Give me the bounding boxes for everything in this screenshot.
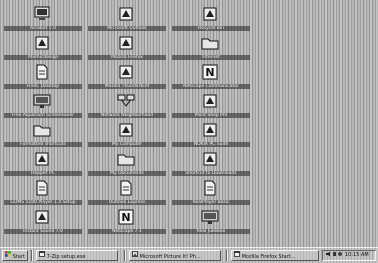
desktop-icon-label: My Documents bbox=[88, 171, 166, 176]
desktop-icon-label: Recycle Bin bbox=[172, 26, 250, 31]
document-icon bbox=[201, 180, 219, 196]
system-tray: 10:15 AM bbox=[322, 250, 376, 261]
program-icon bbox=[33, 35, 51, 51]
desktop: Acrobat 5.0 Atomicdesign FineC Desktop Free… bbox=[0, 0, 378, 246]
tray-icons bbox=[325, 251, 343, 260]
window-icon bbox=[39, 251, 45, 260]
program-icon bbox=[201, 122, 219, 138]
monitor-icon bbox=[201, 209, 219, 225]
desktop-icon-label: Formatted shortcuts bbox=[4, 142, 82, 147]
network-icon bbox=[117, 93, 135, 109]
program-icon bbox=[117, 6, 135, 22]
desktop-icon-label: Atomicdesign bbox=[4, 55, 82, 60]
netscape-icon: N bbox=[117, 209, 135, 225]
desktop-icon-label: Microsoft Outlook bbox=[88, 26, 166, 31]
program-icon bbox=[117, 122, 135, 138]
desktop-icon-label: Acrobat 5.0 bbox=[4, 26, 82, 31]
windows-logo-icon bbox=[5, 251, 11, 260]
program-icon bbox=[201, 151, 219, 167]
desktop-icon[interactable]: Instant Sound 7.0 bbox=[4, 207, 82, 243]
desktop-icon-label: Real Jukebox bbox=[172, 229, 250, 234]
taskbar-item-label: Mozilla Firefox Start... bbox=[241, 254, 296, 260]
desktop-icon-label: Mozilla Thunderbird bbox=[88, 84, 166, 89]
monitor-icon bbox=[33, 93, 51, 109]
program-icon bbox=[33, 209, 51, 225]
desktop-icon-label: Outlook Express bbox=[88, 200, 166, 205]
folder-icon bbox=[33, 122, 51, 138]
start-button[interactable]: Start bbox=[2, 250, 28, 261]
desktop-icon-label: Shortcut to Downloads bbox=[172, 171, 250, 176]
desktop-icon-label: NOKIA PC Suite bbox=[172, 142, 250, 147]
desktop-icon-label: Network Neighborhood bbox=[88, 113, 166, 118]
program-icon bbox=[33, 151, 51, 167]
desktop-icon-label: RealPlayer Basic bbox=[172, 200, 250, 205]
screen: Acrobat 5.0 Atomicdesign FineC Desktop Free… bbox=[0, 0, 378, 263]
program-icon bbox=[117, 35, 135, 51]
desktop-icon-label: My Computer bbox=[88, 142, 166, 147]
taskbar-item-picture-it[interactable]: Microsoft Picture It! Ph... bbox=[129, 250, 221, 261]
desktop-icon-label: Netscape Communicator bbox=[172, 84, 250, 89]
program-icon bbox=[117, 64, 135, 80]
document-icon bbox=[117, 180, 135, 196]
taskbar-item-7-zip[interactable]: 7-Zip setup.exe bbox=[36, 250, 118, 261]
taskbar-item-label: Microsoft Picture It! Ph... bbox=[139, 254, 201, 260]
desktop-icon-label: Hopper PC bbox=[4, 171, 82, 176]
desktop-icon-label: Paint Shop Pro bbox=[172, 113, 250, 118]
desktop-icon[interactable]: Real Jukebox bbox=[172, 207, 250, 243]
desktop-icon-label: Mozilla Firefox bbox=[88, 55, 166, 60]
folder-icon bbox=[117, 151, 135, 167]
desktop-icon-label: FineC Desktop bbox=[4, 84, 82, 89]
desktop-icon-label: Internet bbox=[172, 55, 250, 60]
taskbar-item-firefox[interactable]: Mozilla Firefox Start... bbox=[231, 250, 319, 261]
svg-text:N: N bbox=[121, 211, 130, 224]
window-icon bbox=[234, 251, 240, 260]
desktop-icon-label: GOMS 5100 Player 1.4 Setup bbox=[4, 200, 82, 205]
program-icon bbox=[201, 6, 219, 22]
desktop-icon[interactable]: N Netscape 7.1 bbox=[88, 207, 166, 243]
tray-clock[interactable]: 10:15 AM bbox=[345, 251, 375, 260]
computer-icon bbox=[33, 6, 51, 22]
svg-text:N: N bbox=[205, 66, 214, 79]
tray-speaker-icon[interactable] bbox=[325, 251, 343, 257]
document-icon bbox=[33, 64, 51, 80]
document-icon bbox=[33, 180, 51, 196]
folder-icon bbox=[201, 35, 219, 51]
taskbar-separator bbox=[226, 250, 228, 261]
taskbar: Start 7-Zip setup.exe Microsoft Picture … bbox=[0, 247, 378, 263]
taskbar-item-label: 7-Zip setup.exe bbox=[46, 254, 86, 260]
netscape-icon: N bbox=[201, 64, 219, 80]
taskbar-separator bbox=[124, 250, 126, 261]
desktop-icon-label: Free Aquarium Screensaver bbox=[4, 113, 82, 118]
taskbar-separator bbox=[31, 250, 33, 261]
desktop-icon-label: Netscape 7.1 bbox=[88, 229, 166, 234]
program-icon bbox=[201, 93, 219, 109]
desktop-icon-label: Instant Sound 7.0 bbox=[4, 229, 82, 234]
start-label: Start bbox=[12, 254, 25, 260]
picture-icon bbox=[132, 251, 138, 260]
